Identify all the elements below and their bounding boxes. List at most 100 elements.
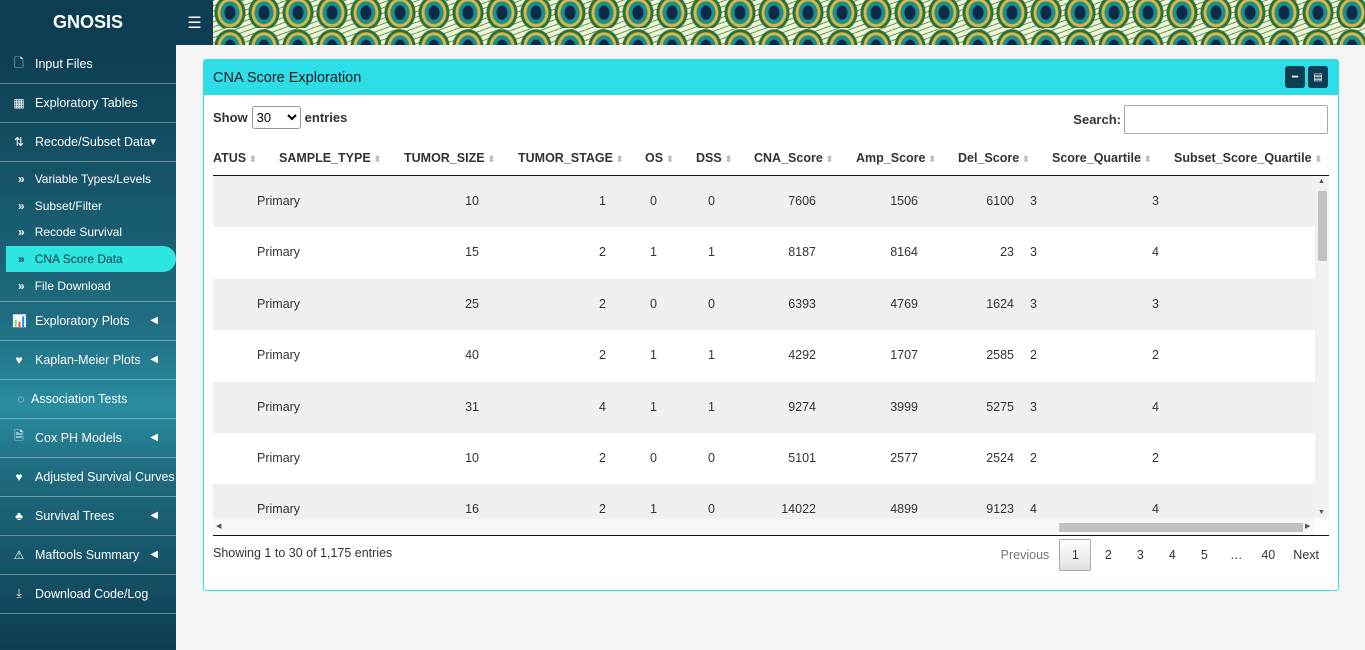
sidebar-item-label: Input Files <box>35 57 93 71</box>
sidebar-item-survival-trees[interactable]: ♣ Survival Trees ◀ <box>0 497 176 536</box>
cell-dss: 1 <box>708 245 715 260</box>
sidebar-item-adjusted-survival-curves[interactable]: ♥ Adjusted Survival Curves <box>0 458 176 497</box>
sidebar-item-maftools-summary[interactable]: ⚠ Maftools Summary ◀ <box>0 536 176 575</box>
horizontal-scrollbar[interactable]: ◀ ▶ <box>213 519 1315 535</box>
sidebar-subitem-label: Recode Survival <box>34 225 123 240</box>
sidebar-subitem-subset-filter[interactable]: » Subset/Filter <box>0 193 176 220</box>
heartbeat-icon: ♥ <box>15 469 23 484</box>
sidebar-subitem-file-download[interactable]: » File Download <box>0 272 176 299</box>
column-header-sample-type[interactable]: SAMPLE_TYPE ⬍ <box>279 151 381 165</box>
column-header-dss[interactable]: DSS ⬍ <box>696 151 732 165</box>
table-row[interactable]: Primary 10 2 0 0 5101 2577 2524 2 2 <box>213 433 1315 484</box>
column-header-label: OS <box>645 151 664 165</box>
cell-cna-score: 6393 <box>788 296 816 311</box>
page-3-button[interactable]: 3 <box>1124 539 1156 571</box>
sidebar-item-label: Kaplan-Meier Plots <box>35 352 141 367</box>
sidebar-subitem-cna-score-data[interactable]: » CNA Score Data <box>6 245 176 273</box>
page-length-select[interactable]: 30 <box>251 106 301 129</box>
sidebar-item-kaplan-meier-plots[interactable]: ♥ Kaplan-Meier Plots ◀ <box>0 341 176 380</box>
heartbeat-icon: ♥ <box>15 352 23 367</box>
scroll-left-icon[interactable]: ◀ <box>216 522 221 530</box>
table-row[interactable]: Primary 40 2 1 1 4292 1707 2585 2 2 <box>213 330 1315 381</box>
cell-tumor-stage: 1 <box>599 194 606 208</box>
column-header-tumor-size[interactable]: TUMOR_SIZE ⬍ <box>404 151 495 165</box>
page-1-button[interactable]: 1 <box>1059 539 1092 571</box>
table-row[interactable]: Primary 10 1 0 0 7606 1506 6100 3 3 <box>213 176 1315 228</box>
maximize-button[interactable]: ▤ <box>1308 66 1328 88</box>
search-input[interactable] <box>1124 105 1328 134</box>
vertical-scroll-thumb[interactable] <box>1318 191 1327 261</box>
column-header-os[interactable]: OS ⬍ <box>645 151 674 165</box>
sidebar-subitem-label: Subset/Filter <box>34 198 103 213</box>
table-row[interactable]: Primary 31 4 1 1 9274 3999 5275 3 4 <box>213 381 1315 433</box>
page-5-button[interactable]: 5 <box>1188 539 1220 571</box>
sidebar-item-cox-ph-models[interactable]: 🗎 Cox PH Models ◀ <box>0 419 176 458</box>
sidebar-item-association-tests[interactable]: ◌ Association Tests <box>0 380 176 419</box>
sidebar-subitem-label: File Download <box>34 278 111 293</box>
horizontal-scroll-thumb[interactable] <box>1059 523 1303 532</box>
cell-subset-score-quartile: 2 <box>1152 348 1159 363</box>
cell-subset-score-quartile: 4 <box>1152 502 1159 517</box>
cell-score-quartile: 2 <box>1030 451 1037 465</box>
table-footer-divider <box>213 535 1329 536</box>
cell-cna-score: 4292 <box>788 348 816 363</box>
cell-del-score: 9123 <box>986 502 1014 517</box>
cell-sample-type: Primary <box>257 399 301 414</box>
app-logo[interactable]: GNOSIS <box>0 0 176 45</box>
cell-score-quartile: 3 <box>1030 194 1037 208</box>
sidebar-subitem-variable-types[interactable]: » Variable Types/Levels <box>0 166 176 193</box>
scroll-right-icon[interactable]: ▶ <box>1305 522 1310 530</box>
column-header-label: DSS <box>696 151 722 165</box>
cell-score-quartile: 2 <box>1030 348 1037 363</box>
chevron-left-icon: ◀ <box>150 354 158 366</box>
column-header-tumor-stage[interactable]: TUMOR_STAGE ⬍ <box>518 151 623 165</box>
column-header-del-score[interactable]: Del_Score ⬍ <box>958 151 1030 165</box>
cell-score-quartile: 3 <box>1030 245 1037 260</box>
cell-del-score: 23 <box>1000 245 1014 260</box>
scroll-up-icon[interactable]: ▲ <box>1318 178 1325 185</box>
sort-icon: ⬍ <box>373 154 382 164</box>
column-header-cna-score[interactable]: CNA_Score ⬍ <box>754 151 833 165</box>
cell-sample-type: Primary <box>257 451 301 465</box>
column-header-atus[interactable]: ATUS ⬍ <box>213 151 257 165</box>
column-header-subset-score-quartile[interactable]: Subset_Score_Quartile ⬍ <box>1174 151 1322 165</box>
page-4-button[interactable]: 4 <box>1156 539 1188 571</box>
column-header-score-quartile[interactable]: Score_Quartile ⬍ <box>1052 151 1151 165</box>
sidebar-item-label: Cox PH Models <box>35 430 122 445</box>
sidebar: 🗋 Input Files ▦ Exploratory Tables ⇅ Recode… <box>0 45 176 650</box>
previous-page-button[interactable]: Previous <box>992 539 1059 571</box>
column-header-amp-score[interactable]: Amp_Score ⬍ <box>856 151 936 165</box>
sidebar-item-exploratory-tables[interactable]: ▦ Exploratory Tables <box>0 84 176 123</box>
cell-del-score: 1624 <box>986 296 1014 311</box>
cell-tumor-stage: 2 <box>599 502 606 517</box>
cell-os: 1 <box>650 245 657 260</box>
cell-sample-type: Primary <box>257 502 301 517</box>
cell-score-quartile: 4 <box>1030 502 1037 517</box>
cell-cna-score: 9274 <box>788 399 816 414</box>
page-40-button[interactable]: 40 <box>1252 539 1284 571</box>
cell-sample-type: Primary <box>257 348 301 363</box>
page-2-button[interactable]: 2 <box>1092 539 1124 571</box>
cell-tumor-stage: 4 <box>599 399 606 414</box>
sidebar-item-label: Survival Trees <box>35 508 115 523</box>
cell-tumor-stage: 2 <box>599 245 606 260</box>
next-page-button[interactable]: Next <box>1284 539 1328 571</box>
collapse-button[interactable]: ━ <box>1285 66 1305 88</box>
box-header: CNA Score Exploration <box>204 60 1338 95</box>
chevron-left-icon: ◀ <box>150 549 158 561</box>
table-row[interactable]: Primary 15 2 1 1 8187 8164 23 3 4 <box>213 227 1315 278</box>
table-row[interactable]: Primary 25 2 0 0 6393 4769 1624 3 3 <box>213 278 1315 331</box>
sidebar-subitem-recode-survival[interactable]: » Recode Survival <box>0 219 176 246</box>
scroll-down-icon[interactable]: ▼ <box>1318 509 1325 516</box>
sidebar-item-label: Association Tests <box>31 391 128 406</box>
cell-tumor-stage: 2 <box>599 296 606 311</box>
cell-dss: 0 <box>708 502 715 517</box>
sidebar-item-input-files[interactable]: 🗋 Input Files <box>0 45 176 84</box>
sidebar-item-exploratory-plots[interactable]: 📊 Exploratory Plots ◀ <box>0 302 176 341</box>
vertical-scrollbar[interactable]: ▲ ▼ <box>1315 176 1329 518</box>
sidebar-toggle-button[interactable]: ☰ <box>176 0 213 45</box>
sidebar-item-download-code-log[interactable]: ⤓ Download Code/Log <box>0 575 176 614</box>
column-header-label: Del_Score <box>958 151 1020 165</box>
sidebar-subitem-label: Variable Types/Levels <box>34 172 151 187</box>
sidebar-item-recode-subset-data[interactable]: ⇅ Recode/Subset Data ▼ <box>0 123 176 162</box>
